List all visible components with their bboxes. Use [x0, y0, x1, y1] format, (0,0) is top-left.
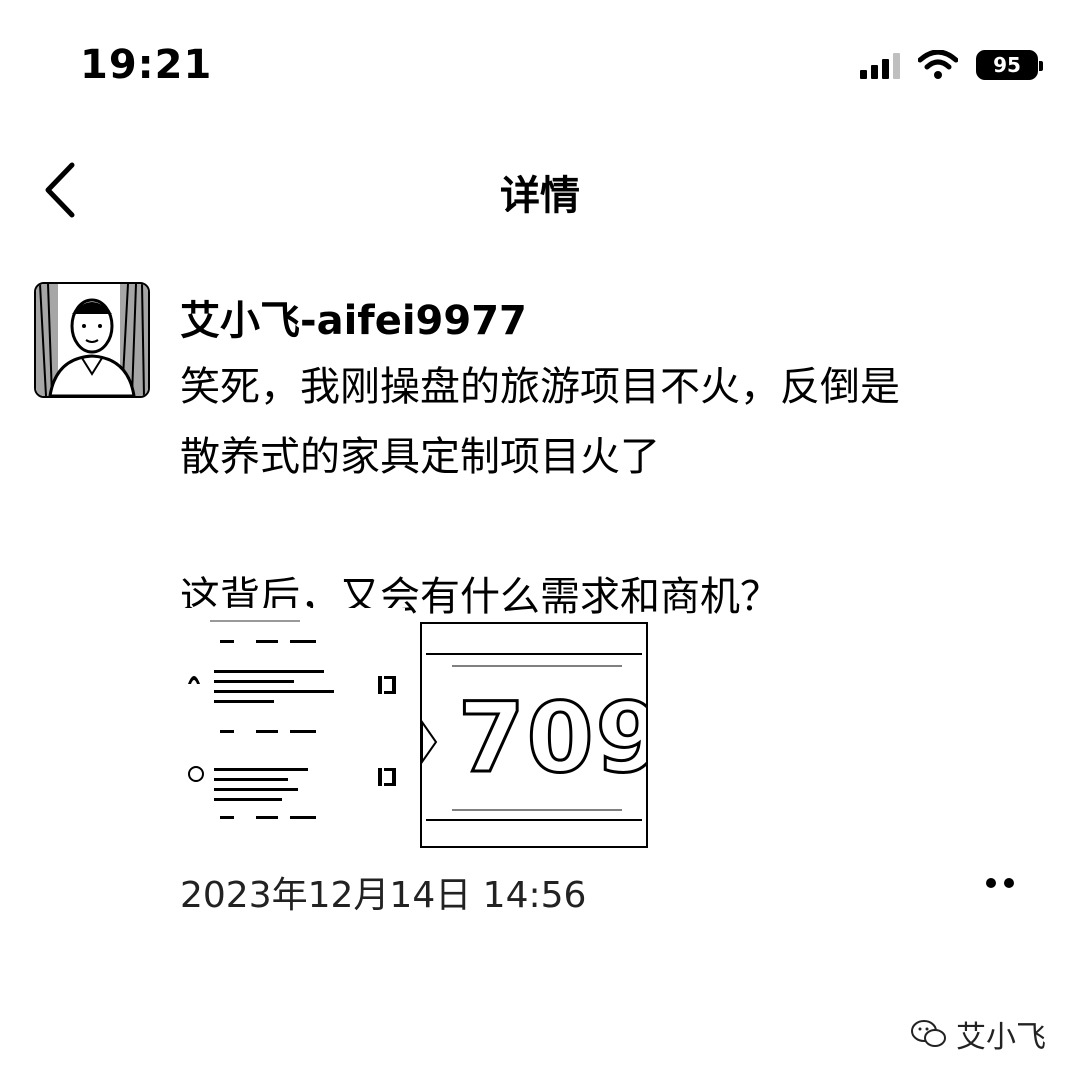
post-image-1[interactable] [180, 608, 405, 848]
post-text: 笑死，我刚操盘的旅游项目不火，反倒是 散养式的家具定制项目火了 这背后，又会有什… [180, 352, 1050, 632]
more-dots-icon[interactable] [986, 878, 1014, 888]
wechat-icon [911, 1020, 946, 1047]
watermark: 艾小飞 [910, 1012, 1046, 1056]
wifi-icon [918, 50, 958, 79]
watermark-text: 艾小飞 [956, 1020, 1046, 1055]
avatar-image [36, 284, 148, 396]
status-icons: 95 [860, 50, 1043, 80]
status-time: 19:21 [80, 42, 213, 88]
battery-icon: 95 [976, 50, 1043, 80]
card-number: 709 [456, 681, 648, 796]
status-bar: 19:21 95 [0, 0, 1080, 130]
page-title: 详情 [500, 173, 580, 219]
post-image-2[interactable]: 709 [420, 622, 648, 848]
post-text-line: 笑死，我刚操盘的旅游项目不火，反倒是 [180, 364, 900, 410]
battery-level: 95 [993, 53, 1021, 77]
post-text-line [180, 492, 1050, 562]
post-text-line: 散养式的家具定制项目火了 [180, 434, 660, 480]
screenshot-thumbnail [188, 620, 396, 819]
post-timestamp: 2023年12月14日 14:56 [180, 875, 587, 916]
avatar[interactable] [34, 282, 150, 398]
signal-icon [860, 51, 900, 79]
nav-bar: 详情 [0, 145, 1080, 235]
post-author[interactable]: 艾小飞-aifei9977 [180, 288, 527, 346]
